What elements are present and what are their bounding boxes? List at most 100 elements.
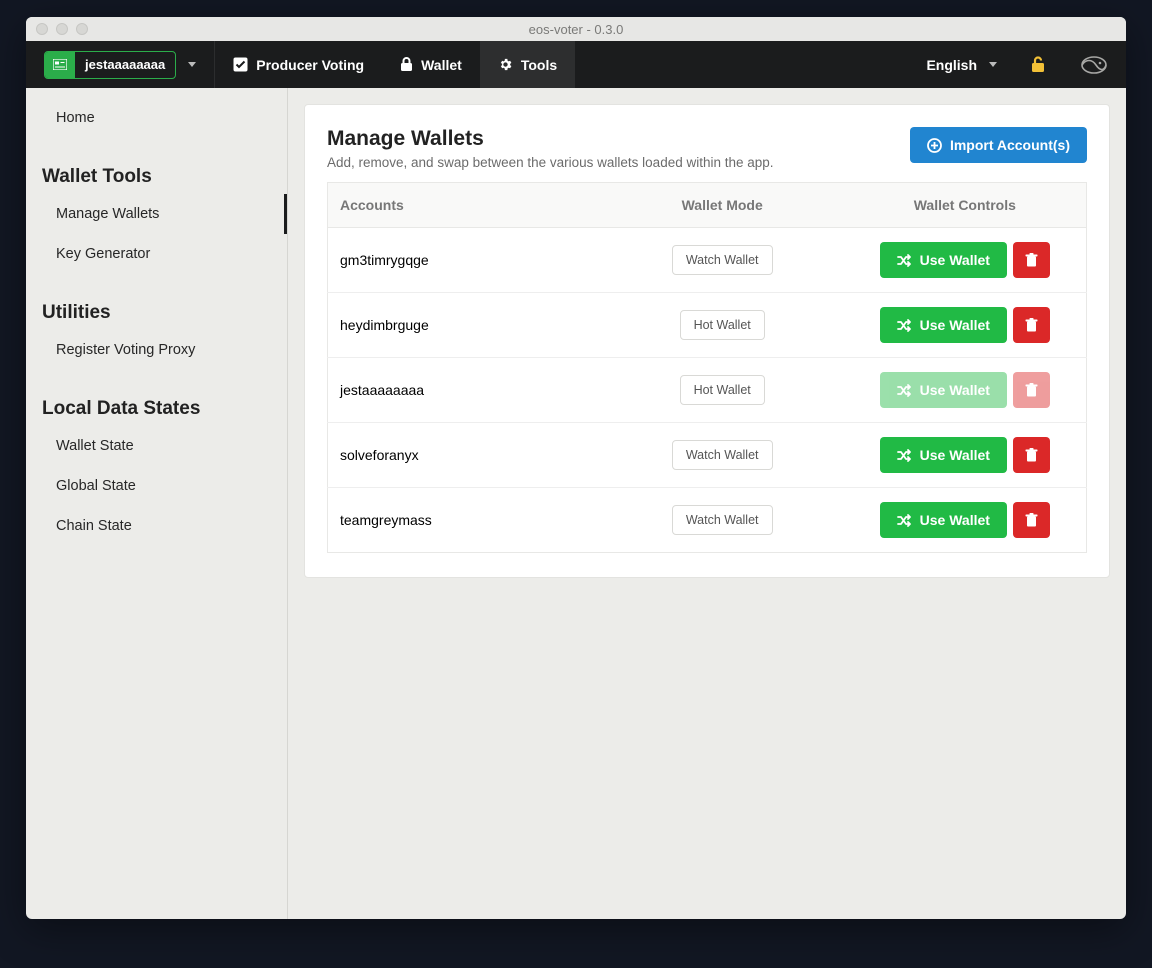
- language-dropdown[interactable]: English: [908, 41, 1015, 88]
- import-accounts-button[interactable]: Import Account(s): [910, 127, 1087, 163]
- cell-mode: Watch Wallet: [601, 423, 844, 488]
- panel-subtitle: Add, remove, and swap between the variou…: [327, 155, 774, 170]
- shuffle-icon: [897, 514, 912, 527]
- trash-icon: [1025, 513, 1038, 527]
- cell-account: jestaaaaaaaa: [328, 358, 601, 423]
- cell-controls: Use Wallet: [844, 488, 1087, 553]
- menubar-spacer: [575, 41, 908, 88]
- use-wallet-label: Use Wallet: [920, 382, 990, 398]
- th-mode: Wallet Mode: [601, 183, 844, 228]
- check-square-icon: [233, 57, 248, 72]
- use-wallet-button[interactable]: Use Wallet: [880, 437, 1007, 473]
- th-controls: Wallet Controls: [844, 183, 1087, 228]
- sidebar-section-local-data: Local Data States: [26, 370, 287, 426]
- use-wallet-label: Use Wallet: [920, 252, 990, 268]
- sidebar: Home Wallet Tools Manage Wallets Key Gen…: [26, 88, 288, 919]
- cell-account: solveforanyx: [328, 423, 601, 488]
- language-label: English: [926, 57, 977, 73]
- shuffle-icon: [897, 319, 912, 332]
- cell-controls: Use Wallet: [844, 228, 1087, 293]
- cell-mode: Watch Wallet: [601, 488, 844, 553]
- cell-controls: Use Wallet: [844, 423, 1087, 488]
- wallet-mode-button[interactable]: Watch Wallet: [672, 245, 773, 275]
- panel-heading-block: Manage Wallets Add, remove, and swap bet…: [327, 127, 774, 170]
- lock-icon: [400, 57, 413, 72]
- table-row: teamgreymass Watch Wallet Use Wallet: [328, 488, 1087, 553]
- lock-toggle[interactable]: [1015, 41, 1062, 88]
- cell-mode: Watch Wallet: [601, 228, 844, 293]
- titlebar: eos-voter - 0.3.0: [26, 17, 1126, 41]
- id-card-icon: [45, 52, 75, 78]
- trash-icon: [1025, 253, 1038, 267]
- greymass-logo-icon: [1080, 55, 1108, 75]
- nav-tools[interactable]: Tools: [480, 41, 575, 88]
- sidebar-item-global-state[interactable]: Global State: [26, 466, 287, 506]
- use-wallet-label: Use Wallet: [920, 447, 990, 463]
- cell-controls: Use Wallet: [844, 293, 1087, 358]
- account-badge: jestaaaaaaaa: [44, 51, 176, 79]
- main: Manage Wallets Add, remove, and swap bet…: [288, 88, 1126, 919]
- sidebar-section-wallet-tools: Wallet Tools: [26, 138, 287, 194]
- controls-wrap: Use Wallet: [856, 372, 1074, 408]
- import-accounts-label: Import Account(s): [950, 137, 1070, 153]
- nav-label: Wallet: [421, 57, 462, 73]
- sidebar-item-home[interactable]: Home: [26, 98, 287, 138]
- cell-controls: Use Wallet: [844, 358, 1087, 423]
- controls-wrap: Use Wallet: [856, 242, 1074, 278]
- nav-wallet[interactable]: Wallet: [382, 41, 480, 88]
- wallet-mode-button[interactable]: Watch Wallet: [672, 440, 773, 470]
- sidebar-item-register-proxy[interactable]: Register Voting Proxy: [26, 330, 287, 370]
- delete-wallet-button[interactable]: [1013, 242, 1050, 278]
- app-window: eos-voter - 0.3.0 jestaaaaaaaa Producer …: [26, 17, 1126, 919]
- sidebar-item-wallet-state[interactable]: Wallet State: [26, 426, 287, 466]
- controls-wrap: Use Wallet: [856, 307, 1074, 343]
- use-wallet-button[interactable]: Use Wallet: [880, 307, 1007, 343]
- trash-icon: [1025, 383, 1038, 397]
- cell-account: gm3timrygqge: [328, 228, 601, 293]
- chevron-down-icon: [188, 62, 196, 67]
- account-name: jestaaaaaaaa: [75, 57, 175, 72]
- content-area: Home Wallet Tools Manage Wallets Key Gen…: [26, 88, 1126, 919]
- controls-wrap: Use Wallet: [856, 437, 1074, 473]
- nav-label: Producer Voting: [256, 57, 364, 73]
- panel-manage-wallets: Manage Wallets Add, remove, and swap bet…: [304, 104, 1110, 578]
- use-wallet-label: Use Wallet: [920, 512, 990, 528]
- window-title: eos-voter - 0.3.0: [26, 22, 1126, 37]
- cell-mode: Hot Wallet: [601, 358, 844, 423]
- controls-wrap: Use Wallet: [856, 502, 1074, 538]
- wallet-mode-button[interactable]: Watch Wallet: [672, 505, 773, 535]
- menubar: jestaaaaaaaa Producer Voting Wallet Tool…: [26, 41, 1126, 88]
- brand-logo[interactable]: [1062, 41, 1126, 88]
- trash-icon: [1025, 448, 1038, 462]
- chevron-down-icon: [989, 62, 997, 67]
- nav-label: Tools: [521, 57, 557, 73]
- cell-mode: Hot Wallet: [601, 293, 844, 358]
- table-row: gm3timrygqge Watch Wallet Use Wallet: [328, 228, 1087, 293]
- use-wallet-button: Use Wallet: [880, 372, 1007, 408]
- sidebar-item-manage-wallets[interactable]: Manage Wallets: [26, 194, 287, 234]
- delete-wallet-button[interactable]: [1013, 307, 1050, 343]
- shuffle-icon: [897, 449, 912, 462]
- use-wallet-button[interactable]: Use Wallet: [880, 502, 1007, 538]
- th-accounts: Accounts: [328, 183, 601, 228]
- plus-circle-icon: [927, 138, 942, 153]
- nav-producer-voting[interactable]: Producer Voting: [215, 41, 382, 88]
- delete-wallet-button[interactable]: [1013, 502, 1050, 538]
- wallets-table: Accounts Wallet Mode Wallet Controls gm3…: [327, 182, 1087, 553]
- use-wallet-label: Use Wallet: [920, 317, 990, 333]
- panel-title: Manage Wallets: [327, 127, 774, 151]
- unlock-icon: [1031, 56, 1046, 73]
- gear-icon: [498, 57, 513, 72]
- delete-wallet-button[interactable]: [1013, 437, 1050, 473]
- table-row: heydimbrgugeHot WalletUse Wallet: [328, 293, 1087, 358]
- account-dropdown[interactable]: jestaaaaaaaa: [26, 41, 215, 88]
- sidebar-item-chain-state[interactable]: Chain State: [26, 506, 287, 546]
- use-wallet-button[interactable]: Use Wallet: [880, 242, 1007, 278]
- sidebar-item-key-generator[interactable]: Key Generator: [26, 234, 287, 274]
- table-row: jestaaaaaaaa Hot Wallet Use Wallet: [328, 358, 1087, 423]
- delete-wallet-button: [1013, 372, 1050, 408]
- cell-account: teamgreymass: [328, 488, 601, 553]
- shuffle-icon: [897, 384, 912, 397]
- wallet-mode-button[interactable]: Hot Wallet: [680, 375, 765, 405]
- wallet-mode-button[interactable]: Hot Wallet: [680, 310, 765, 340]
